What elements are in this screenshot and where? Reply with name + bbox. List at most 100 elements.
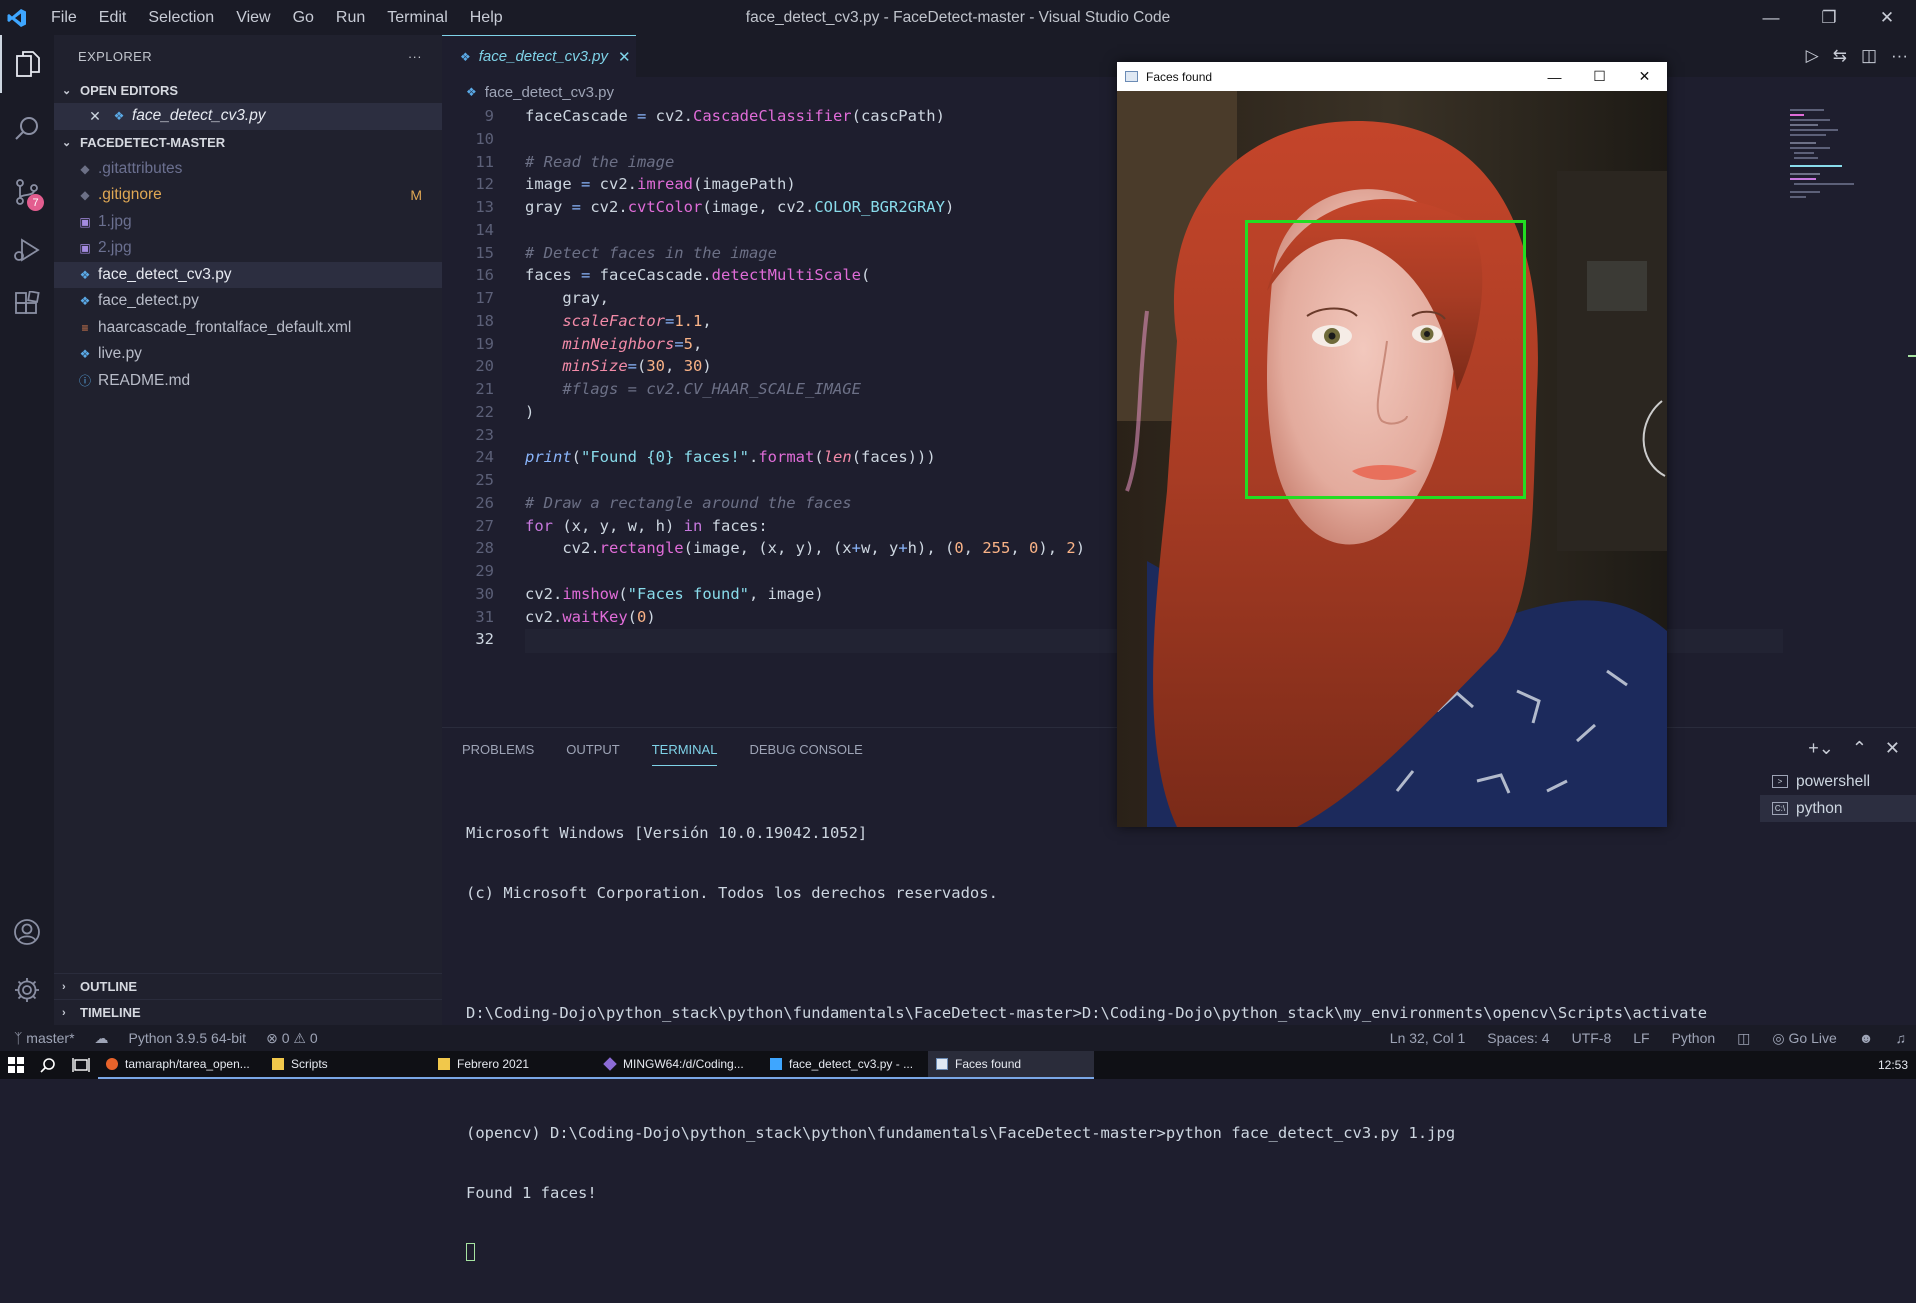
go-live-button[interactable]: ◎ Go Live [1772,1030,1836,1047]
tab-face-detect-cv3[interactable]: ❖ face_detect_cv3.py ✕ [442,35,636,77]
taskbar-vscode[interactable]: face_detect_cv3.py - ... [762,1051,928,1079]
scm-badge: 7 [27,194,44,211]
code-line: gray, [525,289,609,307]
breadcrumb-file[interactable]: face_detect_cv3.py [485,84,614,101]
line-number: 13 [475,198,494,216]
faces-window-controls: — ☐ ✕ [1532,62,1667,91]
tab-debug-console[interactable]: DEBUG CONSOLE [749,742,862,757]
extensions-icon[interactable] [0,275,54,333]
open-editor-item[interactable]: ✕ ❖ face_detect_cv3.py [54,103,442,130]
chevron-down-icon: ⌄ [62,137,72,149]
tab-output[interactable]: OUTPUT [566,742,619,757]
file-label: README.md [98,371,191,389]
taskbar-mingw[interactable]: MINGW64:/d/Coding... [596,1051,762,1079]
task-label: Febrero 2021 [457,1057,530,1071]
faces-found-window[interactable]: Faces found — ☐ ✕ [1117,62,1667,827]
problems-status[interactable]: ⊗ 0 ⚠ 0 [266,1030,318,1047]
run-debug-icon[interactable] [0,221,54,279]
minimap[interactable] [1782,107,1916,727]
encoding[interactable]: UTF-8 [1572,1030,1612,1046]
file-item[interactable]: ▣ 1.jpg [54,209,442,236]
menu-selection[interactable]: Selection [137,9,225,27]
python-interpreter[interactable]: Python 3.9.5 64-bit [129,1030,247,1046]
terminal-item-powershell[interactable]: > powershell [1760,768,1916,795]
menu-run[interactable]: Run [325,9,376,27]
file-item[interactable]: ⓘ README.md [54,368,442,395]
manage-gear-icon[interactable] [0,961,54,1019]
end-of-line[interactable]: LF [1633,1030,1649,1046]
line-number: 16 [475,266,494,285]
task-label: Scripts [291,1057,328,1071]
restore-icon[interactable]: ❐ [1800,0,1858,35]
menu-file[interactable]: File [40,9,88,27]
taskbar-febrero-folder[interactable]: Febrero 2021 [430,1051,596,1079]
explorer-icon[interactable] [0,35,54,93]
file-item[interactable]: ◆ .gitignore M [54,182,442,209]
line-number: 29 [475,562,494,580]
code-line: cv2.rectangle(image, (x, y), (x+w, y+h),… [525,539,1086,558]
sync-icon[interactable]: ☁ [95,1030,109,1047]
menu-edit[interactable]: Edit [88,9,138,27]
feedback-icon[interactable]: ☻ [1859,1030,1874,1046]
start-windows-icon[interactable] [0,1051,32,1079]
taskbar-scripts-folder[interactable]: Scripts [264,1051,430,1079]
maximize-panel-chevron-up-icon[interactable]: ⌃ [1852,738,1867,759]
menu-bar: File Edit Selection View Go Run Terminal… [40,9,514,27]
language-mode[interactable]: Python [1672,1030,1716,1046]
taskbar-firefox[interactable]: tamaraph/tarea_open... [98,1051,264,1079]
maximize-icon[interactable]: ☐ [1577,62,1622,91]
indentation[interactable]: Spaces: 4 [1487,1030,1549,1046]
accounts-icon[interactable] [0,903,54,961]
cursor-position[interactable]: Ln 32, Col 1 [1390,1030,1466,1046]
minimize-icon[interactable]: — [1742,0,1800,35]
open-editors-section[interactable]: ⌄ OPEN EDITORS [54,77,442,103]
menu-go[interactable]: Go [282,9,325,27]
task-view-icon[interactable] [64,1051,98,1079]
compare-changes-icon[interactable]: ⇆ [1833,46,1847,66]
source-control-icon[interactable]: 7 [0,163,54,221]
more-actions-icon[interactable]: ··· [408,49,422,64]
minimize-icon[interactable]: — [1532,62,1577,91]
status-bar: ᛉ master* ☁ Python 3.9.5 64-bit ⊗ 0 ⚠ 0 … [0,1025,1916,1051]
search-icon[interactable] [32,1051,64,1079]
timeline-section[interactable]: › TIMELINE [54,999,442,1025]
code-line: cv2.waitKey(0) [525,607,656,626]
notifications-bell-icon[interactable]: ♫ [1896,1030,1907,1046]
file-item[interactable]: ▣ 2.jpg [54,235,442,262]
explorer-title: EXPLORER [78,48,153,64]
close-icon[interactable]: ✕ [1858,0,1916,35]
close-panel-icon[interactable]: ✕ [1885,738,1900,759]
close-icon[interactable]: ✕ [1622,62,1667,91]
xml-icon: ≡ [81,320,89,335]
tab-terminal[interactable]: TERMINAL [651,732,718,766]
line-number: 21 [475,380,494,398]
terminal-cursor [466,1243,475,1261]
sidebar-bottom-sections: › OUTLINE › TIMELINE [54,973,442,1025]
run-file-icon[interactable]: ▷ [1806,46,1819,66]
taskbar-faces-found[interactable]: Faces found [928,1051,1094,1079]
folder-icon [272,1058,284,1070]
file-item[interactable]: ≡ haarcascade_frontalface_default.xml [54,315,442,342]
menu-help[interactable]: Help [459,9,514,27]
file-item[interactable]: ❖ live.py [54,341,442,368]
more-actions-icon[interactable]: ··· [1891,46,1908,66]
file-item[interactable]: ❖ face_detect.py [54,288,442,315]
new-terminal-plus-icon[interactable]: +⌄ [1808,738,1834,759]
tab-problems[interactable]: PROBLEMS [462,742,534,757]
close-editor-icon[interactable]: ✕ [84,108,106,125]
folder-section[interactable]: ⌄ FACEDETECT-MASTER [54,130,442,156]
terminal-item-python[interactable]: C:\ python [1760,795,1916,822]
close-tab-icon[interactable]: ✕ [618,48,631,66]
split-editor-icon[interactable]: ◫ [1861,46,1877,66]
branch-status[interactable]: ᛉ master* [14,1030,75,1046]
layout-icon[interactable]: ◫ [1737,1030,1750,1047]
menu-terminal[interactable]: Terminal [376,9,458,27]
menu-view[interactable]: View [225,9,281,27]
outline-section[interactable]: › OUTLINE [54,973,442,999]
file-item[interactable]: ◆ .gitattributes [54,156,442,183]
file-item[interactable]: ❖ face_detect_cv3.py [54,261,442,288]
search-icon[interactable] [0,99,54,157]
code-line: for (x, y, w, h) in faces: [525,516,768,535]
file-label: .gitattributes [98,159,183,177]
go-live-label: Go Live [1788,1029,1837,1046]
